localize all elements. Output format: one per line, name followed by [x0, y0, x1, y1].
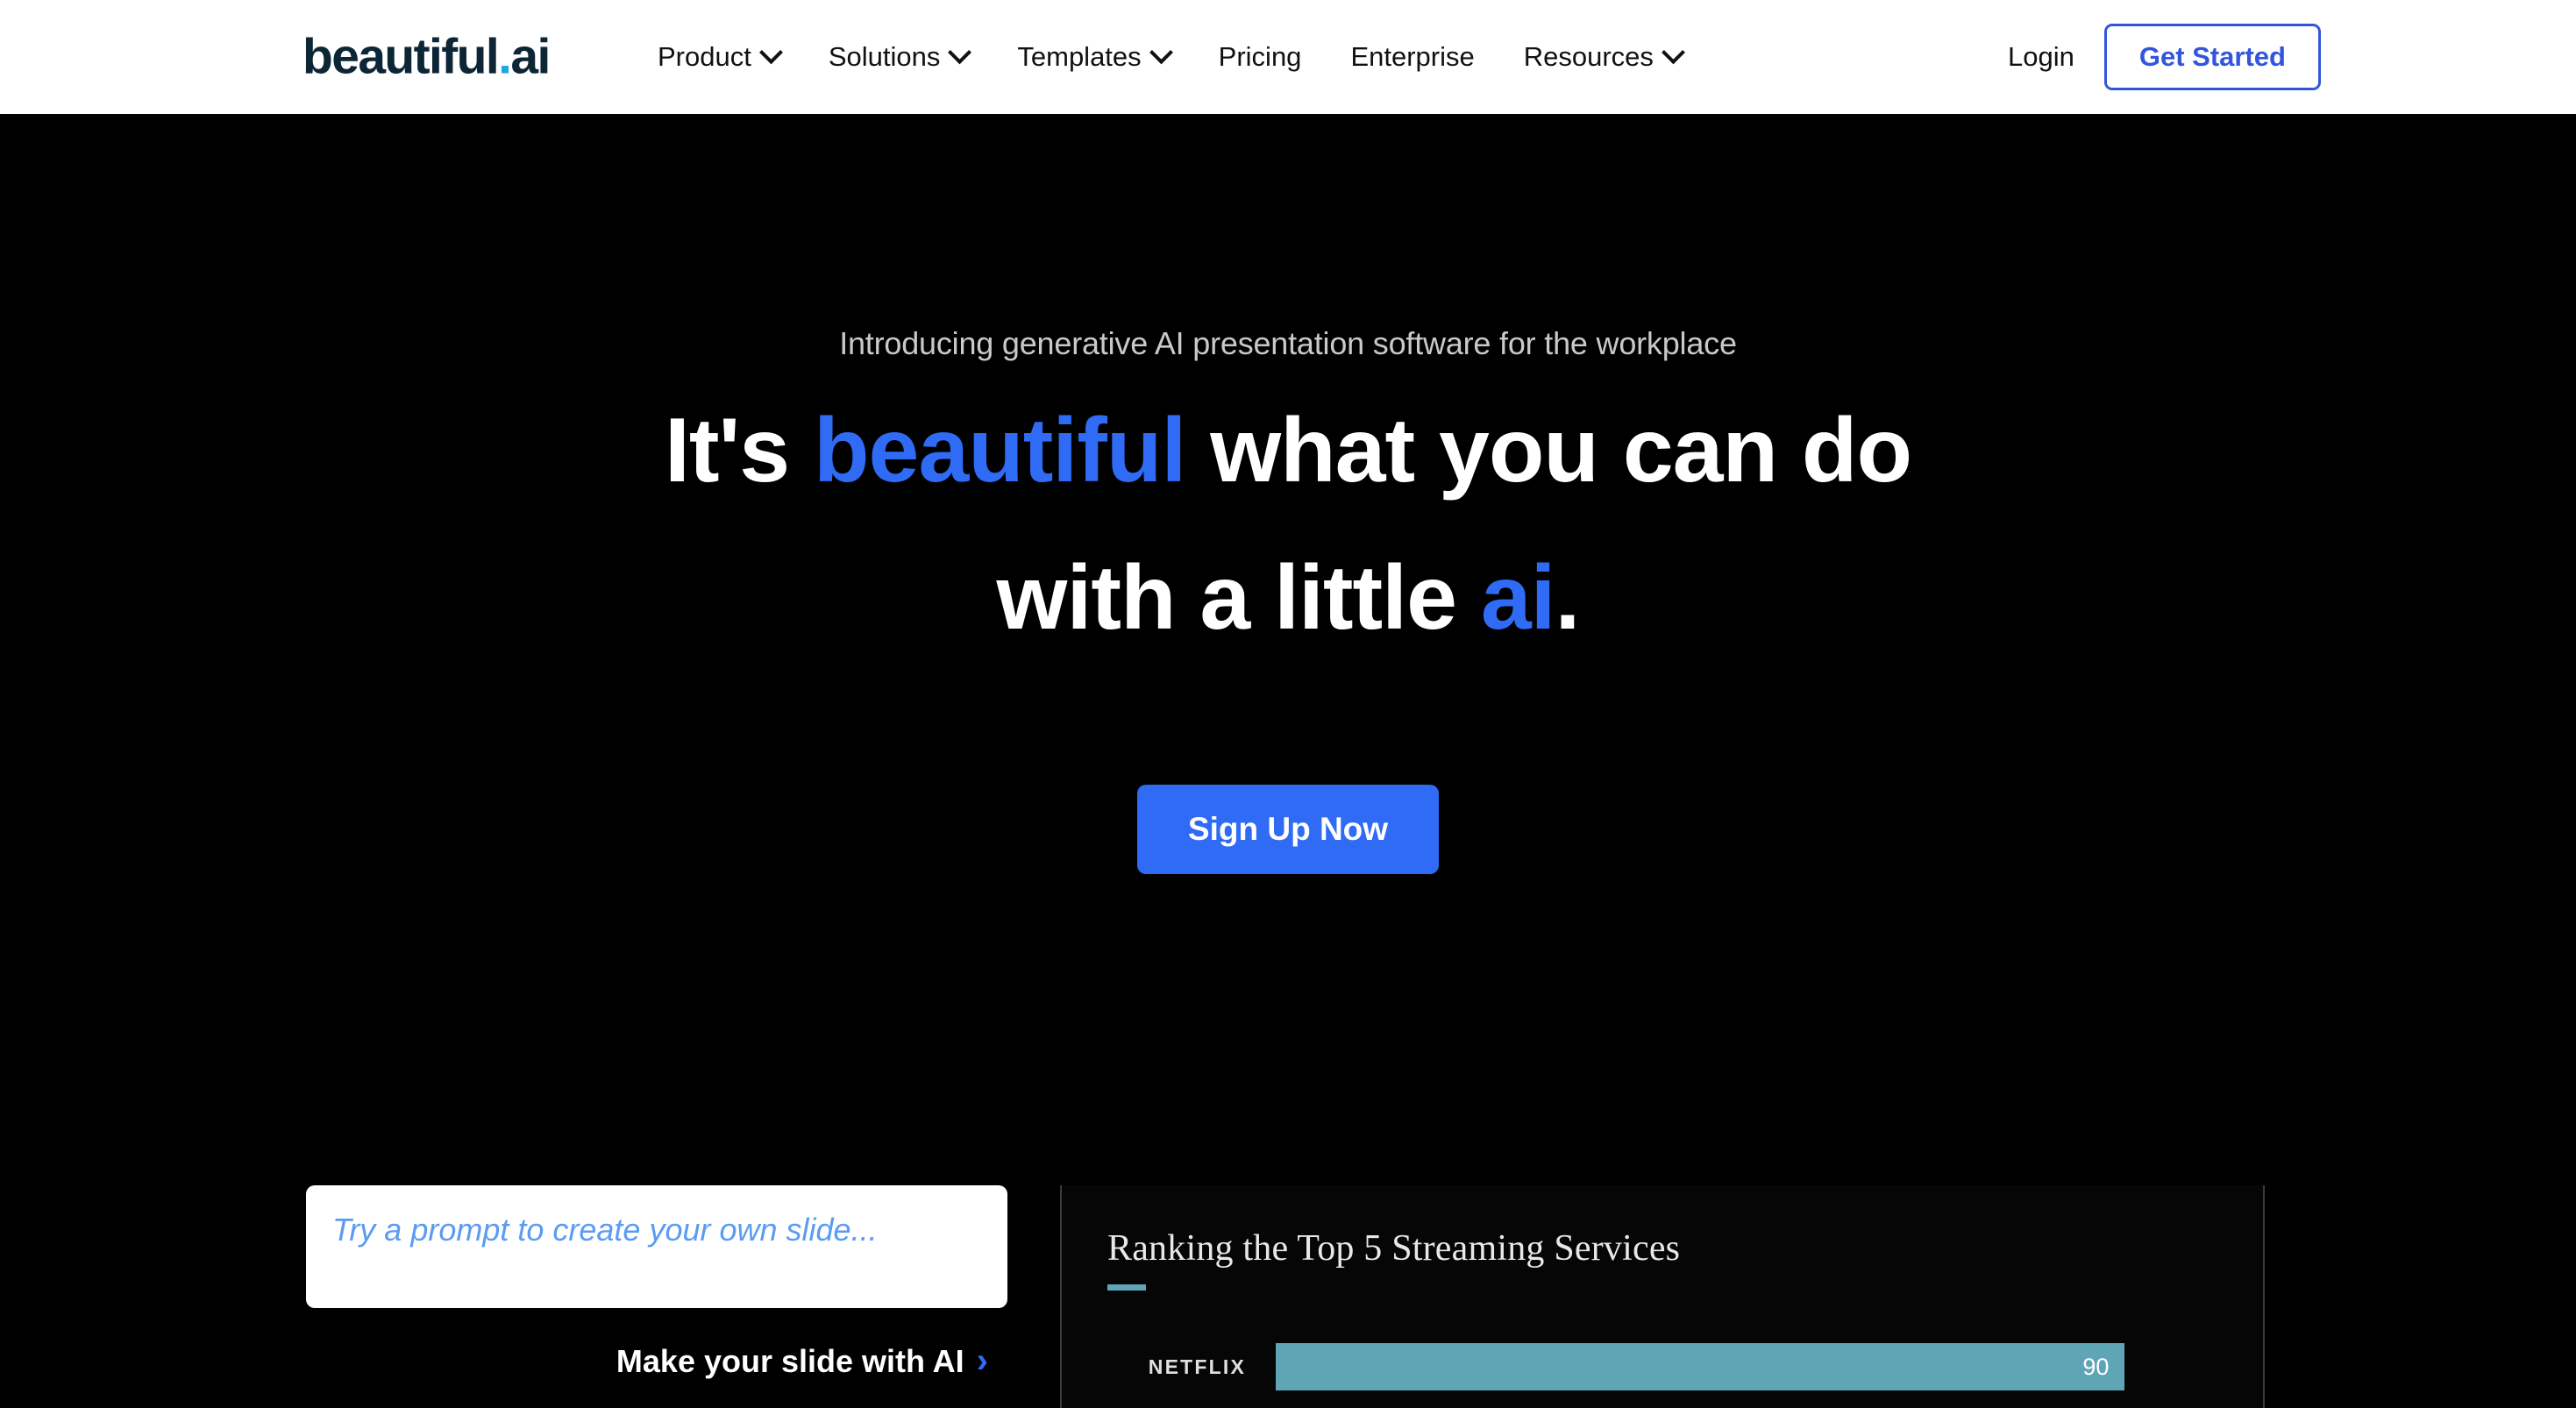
- nav-item-templates[interactable]: Templates: [993, 39, 1193, 73]
- nav-item-resources[interactable]: Resources: [1499, 39, 1706, 73]
- nav-label-resources: Resources: [1523, 41, 1654, 72]
- logo-beautiful-ai[interactable]: beautiful.ai: [302, 28, 551, 85]
- bar-category-label: NETFLIX: [1148, 1355, 1246, 1378]
- headline-text-2: what you can do: [1185, 400, 1912, 501]
- headline-text-3: with a little: [996, 547, 1481, 650]
- prompt-column: Make your slide with AI ›: [306, 1185, 1007, 1381]
- slide-title: Ranking the Top 5 Streaming Services: [1107, 1228, 1681, 1269]
- headline-highlight-ai: ai: [1480, 547, 1556, 650]
- logo-suffix: ai: [510, 28, 551, 85]
- chevron-down-icon: [1149, 39, 1173, 64]
- nav-label-product: Product: [658, 41, 751, 72]
- chevron-right-icon: ›: [976, 1341, 988, 1380]
- nav-label-pricing: Pricing: [1218, 41, 1302, 72]
- slide-accent-bar: [1107, 1284, 1146, 1291]
- login-link[interactable]: Login: [2008, 41, 2074, 73]
- main-navigation: Product Solutions Templates Pricing Ente…: [633, 39, 1706, 73]
- logo-word: beautiful: [302, 28, 500, 85]
- nav-item-pricing[interactable]: Pricing: [1194, 41, 1327, 73]
- headline-text-1: It's: [665, 400, 815, 501]
- chevron-down-icon: [1661, 39, 1685, 64]
- make-slide-with-ai-button[interactable]: Make your slide with AI ›: [306, 1341, 1007, 1381]
- chevron-down-icon: [948, 39, 972, 64]
- bar-value-label: 90: [2082, 1353, 2110, 1380]
- nav-label-enterprise: Enterprise: [1350, 41, 1475, 72]
- nav-item-enterprise[interactable]: Enterprise: [1326, 41, 1498, 73]
- nav-item-solutions[interactable]: Solutions: [804, 39, 993, 73]
- nav-item-product[interactable]: Product: [633, 39, 804, 73]
- nav-label-templates: Templates: [1017, 41, 1142, 72]
- bar-track: 90: [1276, 1343, 2219, 1390]
- ai-slide-demo: Make your slide with AI › Ranking the Top…: [0, 1071, 2576, 1408]
- divider-right: [2263, 1185, 2265, 1408]
- headline-highlight-beautiful: beautiful: [814, 400, 1186, 501]
- chart-bar-row: NETFLIX 90: [1107, 1343, 2219, 1390]
- hero-eyebrow: Introducing generative AI presentation s…: [839, 325, 1737, 361]
- make-slide-label: Make your slide with AI: [616, 1343, 964, 1379]
- header-actions: Login Get Started: [2008, 24, 2576, 90]
- nav-label-solutions: Solutions: [828, 41, 941, 72]
- hero-headline: It's beautiful what you can do with a li…: [0, 377, 2576, 672]
- headline-text-4: .: [1555, 547, 1581, 650]
- chevron-down-icon: [758, 39, 783, 64]
- slide-preview[interactable]: Ranking the Top 5 Streaming Services NET…: [1062, 1185, 2263, 1408]
- sign-up-now-button[interactable]: Sign Up Now: [1136, 785, 1440, 874]
- hero-headline-line-1: It's beautiful what you can do: [0, 377, 2576, 524]
- get-started-button[interactable]: Get Started: [2103, 24, 2321, 90]
- hero-headline-line-2: with a little ai.: [0, 524, 2576, 672]
- site-header: beautiful.ai Product Solutions Templates…: [0, 0, 2576, 114]
- prompt-input[interactable]: [306, 1185, 1007, 1308]
- hero-cta-wrapper: Sign Up Now: [0, 785, 2576, 874]
- hero-section: Introducing generative AI presentation s…: [0, 114, 2576, 1408]
- logo-dot-icon: .: [498, 28, 512, 85]
- bar-fill: 90: [1276, 1343, 2125, 1390]
